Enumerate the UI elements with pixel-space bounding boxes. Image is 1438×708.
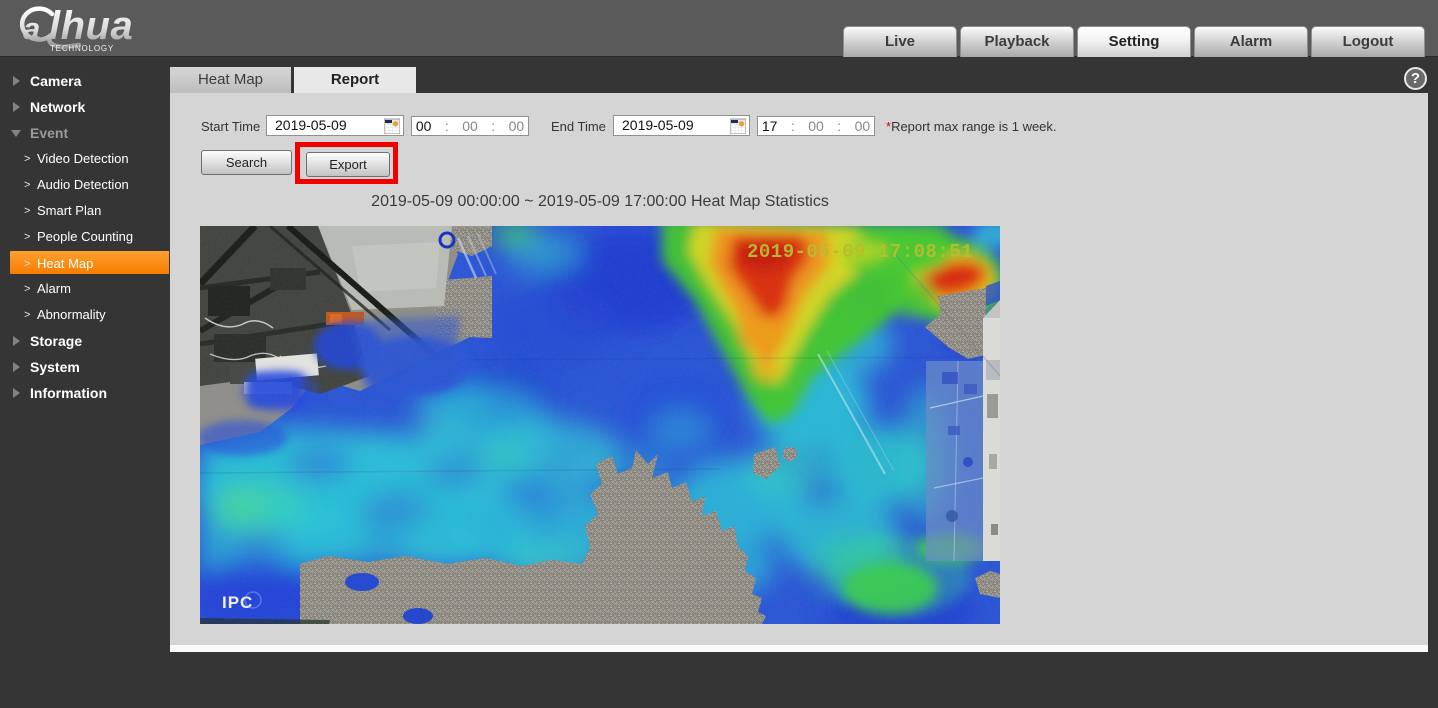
svg-text:a: a (23, 11, 40, 46)
svg-text:TECHNOLOGY: TECHNOLOGY (50, 44, 114, 53)
svg-text:lhua: lhua (49, 4, 133, 48)
